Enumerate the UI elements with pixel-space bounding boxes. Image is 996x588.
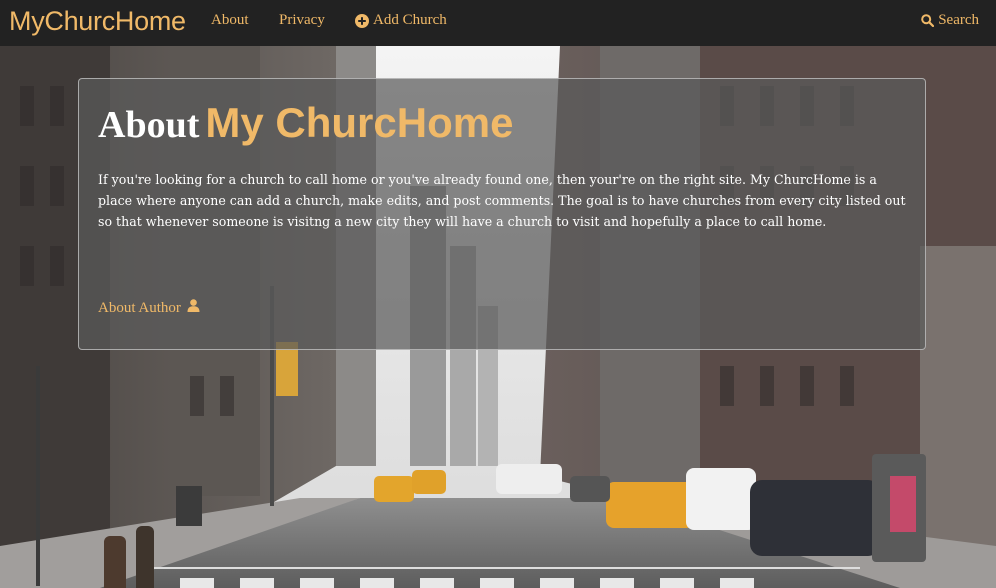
brand-logo[interactable]: MyChurcHome — [9, 6, 186, 37]
nav-privacy-link[interactable]: Privacy — [279, 12, 325, 29]
nav-privacy-label: Privacy — [279, 12, 325, 28]
nav-search-label: Search — [938, 12, 979, 28]
user-icon — [181, 299, 200, 317]
navbar: MyChurcHome About Privacy Add Church Sea… — [0, 0, 996, 46]
about-panel: About My ChurcHome If you're looking for … — [78, 78, 926, 350]
search-icon — [921, 14, 938, 27]
about-author-label: About Author — [98, 299, 181, 316]
title-prefix: About — [98, 104, 200, 146]
nav-add-church-label: Add Church — [373, 12, 447, 28]
title-brand: My ChurcHome — [205, 99, 514, 146]
plus-circle-icon — [355, 13, 373, 28]
nav-about-link[interactable]: About — [211, 12, 249, 29]
about-description: If you're looking for a church to call h… — [98, 172, 906, 229]
nav-add-church-link[interactable]: Add Church — [355, 12, 447, 29]
nav-search-link[interactable]: Search — [921, 12, 979, 29]
about-author-link[interactable]: About Author — [98, 299, 200, 317]
page-title: About My ChurcHome — [98, 99, 513, 147]
nav-about-label: About — [211, 12, 249, 28]
